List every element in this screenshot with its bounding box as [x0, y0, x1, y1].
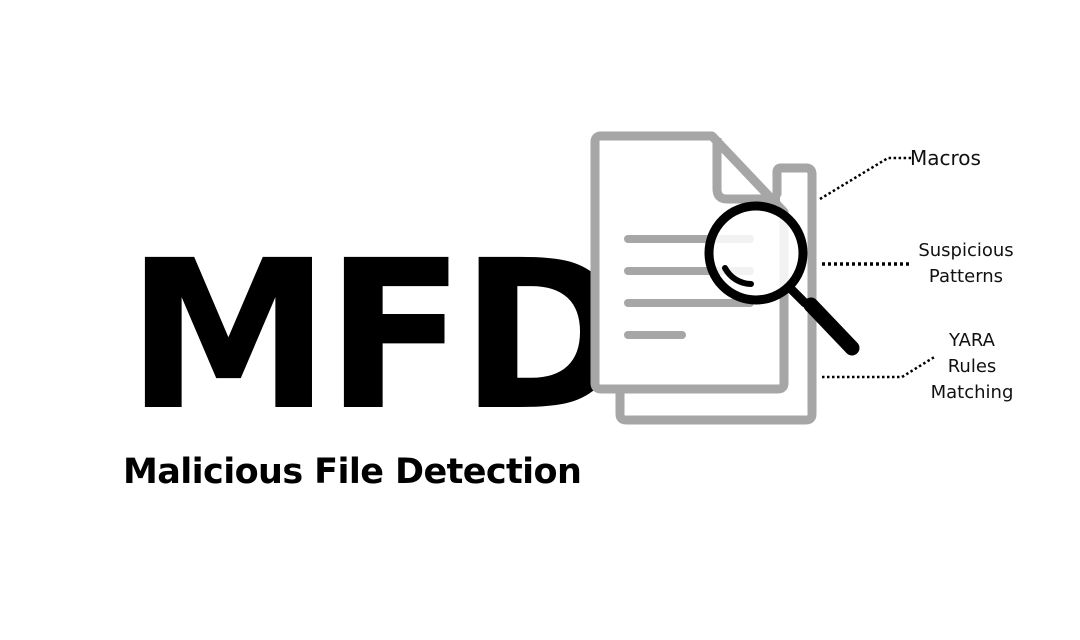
callout-yara-line2: Rules — [947, 356, 997, 377]
callout-macros: Macros — [910, 145, 1000, 171]
callout-patterns-line1: Suspicious — [918, 240, 1014, 261]
file-scan-illustration — [590, 131, 937, 425]
callout-suspicious-patterns: Suspicious Patterns — [906, 238, 1026, 290]
callout-yara-line1: YARA — [948, 330, 995, 351]
callout-yara-line3: Matching — [930, 382, 1014, 403]
callout-patterns-line2: Patterns — [928, 266, 1004, 287]
callout-yara-rules: YARA Rules Matching — [912, 328, 1032, 406]
callout-macros-label: Macros — [910, 146, 981, 170]
